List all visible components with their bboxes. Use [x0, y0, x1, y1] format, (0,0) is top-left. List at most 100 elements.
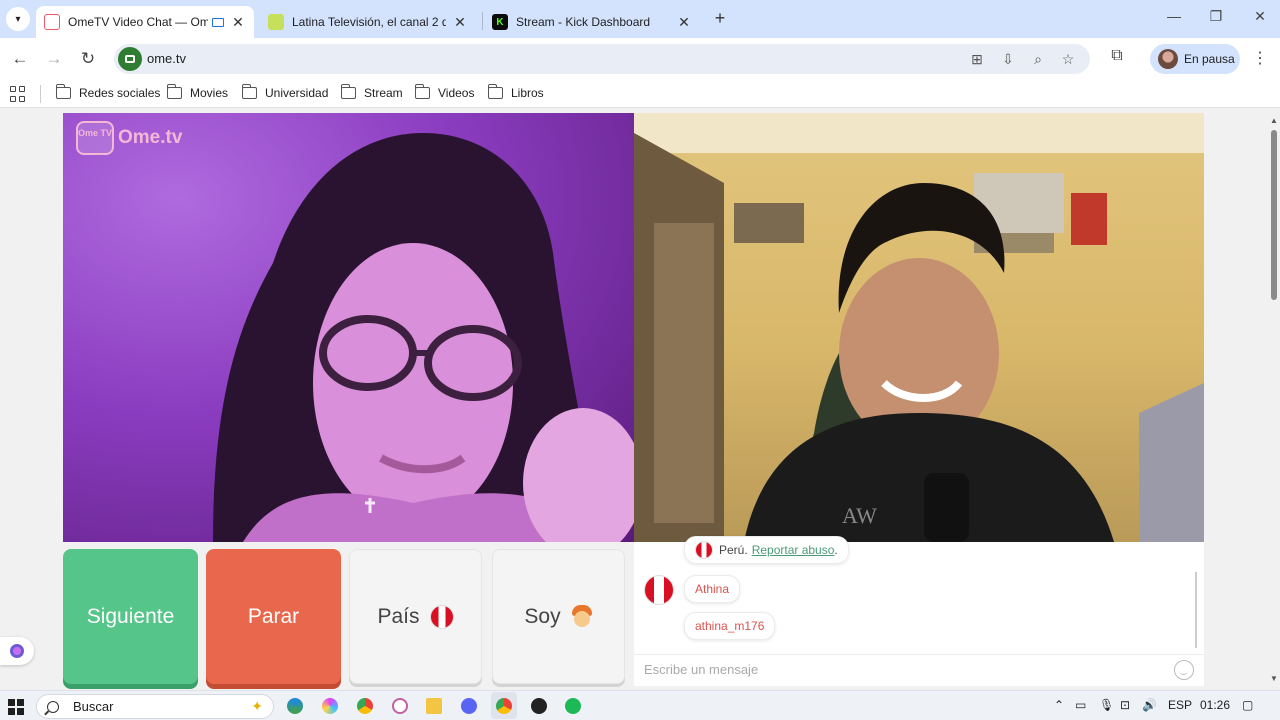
- country-select-button[interactable]: País: [349, 549, 482, 684]
- bookmark-folder-universidad[interactable]: Universidad: [241, 84, 329, 100]
- minimize-icon[interactable]: —: [1164, 8, 1184, 24]
- tab-strip: ▾ OmeTV Video Chat — Ome ✕ Latina Televi…: [0, 0, 1280, 38]
- ometv-favicon-icon: [44, 14, 60, 30]
- zoom-icon[interactable]: ⌕: [1028, 49, 1048, 69]
- folder-icon: [166, 84, 182, 99]
- site-info-icon[interactable]: [118, 47, 142, 71]
- report-link-suffix: .: [834, 543, 838, 557]
- bookmark-label: Universidad: [265, 86, 329, 100]
- bookmark-folder-movies[interactable]: Movies: [166, 84, 229, 100]
- url-text: ome.tv: [147, 51, 187, 66]
- translate-icon[interactable]: ⊞: [967, 49, 987, 69]
- microphone-icon[interactable]: 🎙: [1099, 698, 1114, 712]
- address-bar[interactable]: ome.tv ⊞ ⇩ ⌕ ☆: [114, 44, 1090, 74]
- browser-toolbar: ← → ↻ ome.tv ⊞ ⇩ ⌕ ☆ ⧉ En pausa ⋮: [0, 38, 1280, 80]
- peru-flag-icon: [429, 604, 454, 629]
- copilot-icon[interactable]: [322, 698, 338, 714]
- emoji-smiley-icon[interactable]: [1174, 660, 1194, 680]
- apps-grid-icon[interactable]: [10, 86, 26, 102]
- close-tab-icon[interactable]: ✕: [676, 14, 692, 31]
- scroll-down-arrow-icon[interactable]: ▼: [1270, 674, 1278, 683]
- gender-select-button[interactable]: Soy: [492, 549, 625, 684]
- discord-icon[interactable]: [461, 698, 477, 714]
- tab-title: Latina Televisión, el canal 2 de: [292, 15, 446, 29]
- edge-icon[interactable]: [287, 698, 303, 714]
- page-scrollbar[interactable]: ▲ ▼: [1268, 108, 1280, 688]
- close-tab-icon[interactable]: ✕: [452, 14, 468, 31]
- bookmark-folder-stream[interactable]: Stream: [340, 84, 403, 100]
- gender-button-label: Soy: [524, 604, 561, 628]
- chrome-active-icon[interactable]: [496, 698, 512, 714]
- tab-ometv[interactable]: OmeTV Video Chat — Ome ✕: [36, 6, 254, 38]
- bookmark-label: Movies: [190, 86, 229, 100]
- restore-icon[interactable]: ❐: [1206, 8, 1226, 25]
- spotify-icon[interactable]: [565, 698, 581, 714]
- new-tab-icon[interactable]: +: [710, 8, 730, 28]
- floating-extension-button[interactable]: [0, 637, 34, 665]
- volume-icon[interactable]: 🔊: [1142, 698, 1157, 712]
- bookmarks-divider: [40, 85, 41, 103]
- avatar: [1158, 49, 1178, 69]
- chat-message: athina_m176: [684, 612, 776, 640]
- back-arrow-icon[interactable]: ←: [8, 47, 32, 71]
- stranger-video: Ome TV Ome.tv: [63, 113, 634, 542]
- next-button-label: Siguiente: [86, 604, 175, 628]
- notifications-icon[interactable]: ▢: [1242, 698, 1253, 712]
- windows-start-icon[interactable]: [8, 699, 24, 715]
- self-video-frame: AW: [634, 113, 1204, 542]
- reload-icon[interactable]: ↻: [76, 47, 100, 71]
- forward-arrow-icon[interactable]: →: [42, 47, 66, 71]
- windows-taskbar: Buscar ✦ ⌃ ▭ 🎙 ⊡ 🔊 ESP 01:26 ▢: [0, 690, 1280, 720]
- bookmark-label: Videos: [438, 86, 475, 100]
- stranger-peru-flag-icon: [644, 575, 674, 605]
- profile-button[interactable]: En pausa: [1150, 44, 1240, 74]
- close-tab-icon[interactable]: ✕: [230, 14, 246, 31]
- extensions-puzzle-icon[interactable]: ⧉: [1106, 47, 1128, 69]
- ometv-logo[interactable]: Ome TV Ome.tv: [76, 121, 182, 155]
- country-button-label: País: [377, 604, 420, 628]
- chat-scrollbar[interactable]: [1195, 572, 1197, 648]
- obs-icon[interactable]: [531, 698, 547, 714]
- bookmark-folder-libros[interactable]: Libros: [487, 84, 544, 100]
- chrome-icon[interactable]: [357, 698, 373, 714]
- profile-label: En pausa: [1184, 52, 1235, 66]
- app-icon[interactable]: [392, 698, 408, 714]
- bookmark-label: Libros: [511, 86, 544, 100]
- file-explorer-icon[interactable]: [426, 698, 442, 714]
- scroll-up-arrow-icon[interactable]: ▲: [1270, 116, 1278, 125]
- kick-favicon-icon: K: [492, 14, 508, 30]
- battery-icon[interactable]: ▭: [1075, 698, 1086, 712]
- bookmark-label: Redes sociales: [79, 86, 161, 100]
- chat-message-input[interactable]: [644, 662, 1164, 677]
- folder-icon: [414, 84, 430, 99]
- install-app-icon[interactable]: ⇩: [998, 49, 1018, 69]
- tray-expand-chevron-icon[interactable]: ⌃: [1054, 698, 1064, 712]
- country-text: Perú.: [719, 543, 748, 557]
- clock[interactable]: 01:26: [1200, 698, 1230, 712]
- next-button[interactable]: Siguiente: [63, 549, 198, 684]
- taskbar-search[interactable]: Buscar ✦: [36, 694, 274, 719]
- close-window-icon[interactable]: ✕: [1250, 8, 1270, 25]
- tab-kick[interactable]: K Stream - Kick Dashboard ✕: [484, 6, 700, 38]
- scroll-thumb[interactable]: [1271, 130, 1277, 300]
- network-icon[interactable]: ⊡: [1120, 698, 1130, 712]
- tab-latina[interactable]: Latina Televisión, el canal 2 de ✕: [260, 6, 476, 38]
- language-indicator[interactable]: ESP: [1168, 698, 1192, 712]
- stranger-video-frame: [213, 133, 634, 542]
- taskbar-search-label: Buscar: [73, 699, 114, 714]
- bookmark-folder-videos[interactable]: Videos: [414, 84, 475, 100]
- stop-button[interactable]: Parar: [206, 549, 341, 684]
- chat-panel: Perú. Reportar abuso. Athina athina_m176: [634, 536, 1204, 686]
- folder-icon: [241, 84, 257, 99]
- bookmark-star-icon[interactable]: ☆: [1058, 49, 1078, 69]
- kebab-menu-icon[interactable]: ⋮: [1252, 48, 1268, 68]
- bookmark-folder-redes-sociales[interactable]: Redes sociales: [55, 84, 161, 100]
- tab-search-chevron-icon[interactable]: ▾: [6, 7, 30, 31]
- report-abuse-link[interactable]: Reportar abuso: [752, 543, 835, 557]
- ometv-logo-text: Ome.tv: [118, 127, 183, 148]
- peru-flag-icon: [695, 541, 713, 559]
- folder-icon: [55, 84, 71, 99]
- folder-icon: [340, 84, 356, 99]
- copilot-sparkle-icon: ✦: [251, 698, 263, 714]
- bookmarks-bar: Redes sociales Movies Universidad Stream…: [0, 80, 1280, 108]
